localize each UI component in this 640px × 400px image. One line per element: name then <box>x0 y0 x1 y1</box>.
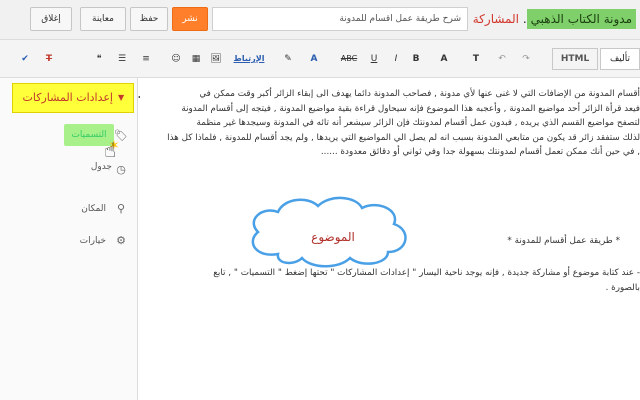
list-icon[interactable]: ☰ <box>112 51 132 67</box>
html-mode-tab[interactable]: HTML <box>552 48 598 70</box>
clock-icon: ◷ <box>116 163 126 176</box>
strikethrough-icon[interactable]: ABC <box>338 51 360 67</box>
section-label: المشاركة <box>472 12 519 26</box>
paragraph-line: فيعد قرأة الزائر أحد مواضيع المدونة , وأ… <box>181 103 640 114</box>
paragraph-line: بالصورة . <box>605 282 640 293</box>
underline-icon[interactable]: U <box>366 51 382 67</box>
hand-cursor-icon: ☝ <box>104 138 117 162</box>
page-title: مدونة الكتاب الذهبي. المشاركة <box>472 5 640 33</box>
preview-button[interactable]: معاينة <box>80 7 126 31</box>
save-button[interactable]: حفظ <box>130 7 168 31</box>
blog-name: مدونة الكتاب الذهبي <box>526 9 636 29</box>
quote-icon[interactable]: ❝ <box>90 51 108 67</box>
close-button[interactable]: إغلاق <box>30 7 72 31</box>
editor-toolbar: تأليف HTML ↶ ↷ T A B I U ABC A ✎ الإرتبا… <box>0 40 640 78</box>
font-size-icon[interactable]: T <box>468 51 484 67</box>
image-icon[interactable]: 🖼 <box>208 51 224 67</box>
spellcheck-icon[interactable]: ✔ <box>16 51 34 67</box>
post-title-input[interactable]: شرح طريقة عمل اقسام للمدونة <box>212 7 468 31</box>
gear-icon: ⚙ <box>116 234 126 247</box>
top-bar: إغلاق معاينة حفظ نشر شرح طريقة عمل اقسام… <box>0 0 640 40</box>
post-settings-header[interactable]: إعدادات المشاركات <box>12 83 134 113</box>
paragraph-line: أقسام المدونة من الإضافات التي لا غنى عن… <box>199 89 640 99</box>
publish-button[interactable]: نشر <box>172 7 208 31</box>
video-icon[interactable]: ▦ <box>188 51 204 67</box>
paragraph-line: , في حين أنك ممكن تعمل أقسام لمدونتك بسه… <box>320 147 640 157</box>
text-color-icon[interactable]: A <box>304 51 324 67</box>
paragraph-line: لذلك ستفقد زائر قد يكون من متابعي المدون… <box>167 132 640 143</box>
emoji-icon[interactable]: ☺ <box>168 51 184 67</box>
align-icon[interactable]: ≡ <box>136 51 156 67</box>
compose-mode-tab[interactable]: تأليف <box>600 48 640 70</box>
location-pin-icon: ⚲ <box>116 202 126 215</box>
caret-down-icon: ▼ <box>118 93 125 102</box>
undo-icon[interactable]: ↶ <box>494 51 510 67</box>
sidebar-item-schedule[interactable]: جدول زمني <box>88 162 112 176</box>
link-button[interactable]: الإرتباط <box>228 51 270 67</box>
clear-format-icon[interactable]: T <box>40 51 58 67</box>
highlight-icon[interactable]: ✎ <box>278 51 298 67</box>
bold-icon[interactable]: B <box>408 51 424 67</box>
text-format-icon[interactable]: A <box>432 51 456 67</box>
paragraph-line: لتصفح مواضيع القسم الذي يريده , فبدون عم… <box>196 118 640 128</box>
italic-icon[interactable]: I <box>388 51 404 67</box>
redo-icon[interactable]: ↷ <box>518 51 534 67</box>
intro-paragraph: أقسام المدونة من الإضافات التي لا غنى عن… <box>140 87 640 160</box>
topic-label: الموضوع <box>311 230 355 244</box>
